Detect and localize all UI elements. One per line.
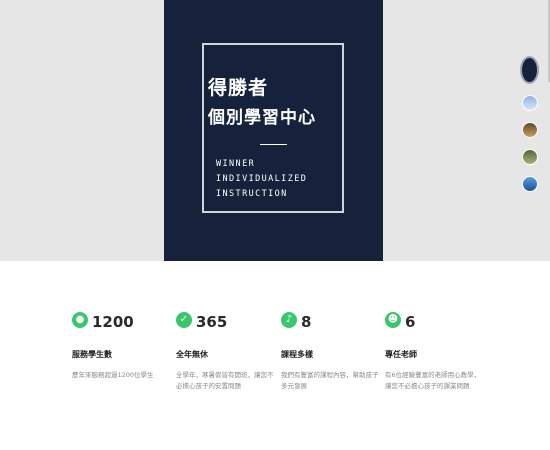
logo-thumbnail[interactable] <box>520 56 539 84</box>
stat-label: 課程多樣 <box>281 350 313 359</box>
field-thumbnail[interactable] <box>522 149 538 165</box>
stats-section: ● 1200 服務學生數 歷年來服務超過1200位學生 ✓ 365 全年無休 全… <box>72 312 492 402</box>
stat-description: 我們有豐富的課程內容，幫助孩子多元發展 <box>281 371 379 390</box>
hero-subtitle: 個別學習中心 <box>208 108 316 128</box>
hero-english-name: WINNER INDIVIDUALIZED INSTRUCTION <box>216 157 307 202</box>
check-icon: ✓ <box>176 312 192 328</box>
stat-label: 服務學生數 <box>72 350 112 359</box>
hero-section: 得勝者 個別學習中心 WINNER INDIVIDUALIZED INSTRUC… <box>0 0 550 261</box>
english-line-2: INDIVIDUALIZED <box>216 174 308 184</box>
users-icon: ● <box>72 312 88 328</box>
sky-thumbnail[interactable] <box>522 176 538 192</box>
stat-description: 有6位經驗豐富的老師用心教學，讓您不必擔心孩子的課業問題 <box>385 371 481 390</box>
stat-label: 專任老師 <box>385 350 417 359</box>
stat-description: 歷年來服務超過1200位學生 <box>72 371 154 379</box>
teacher-icon: ☻ <box>385 312 401 328</box>
stat-number: 6 <box>405 313 416 331</box>
slide-thumbnails <box>520 56 539 203</box>
stat-number: 1200 <box>92 313 134 331</box>
stat-label: 全年無休 <box>176 350 208 359</box>
classroom-thumbnail[interactable] <box>522 95 538 111</box>
stat-number: 365 <box>196 313 228 331</box>
class-photo-thumbnail[interactable] <box>522 122 538 138</box>
music-note-icon: ♪ <box>281 312 297 328</box>
hero-title: 得勝者 <box>208 77 269 99</box>
stat-description: 全學年，寒暑假皆有開班，讓您不必擔心孩子的安置問題 <box>176 371 274 390</box>
english-line-3: INSTRUCTION <box>216 189 288 199</box>
hero-frame: 得勝者 個別學習中心 WINNER INDIVIDUALIZED INSTRUC… <box>202 43 344 213</box>
english-line-1: WINNER <box>216 159 256 169</box>
hero-banner: 得勝者 個別學習中心 WINNER INDIVIDUALIZED INSTRUC… <box>164 0 383 261</box>
hero-divider <box>260 144 287 145</box>
stat-number: 8 <box>301 313 312 331</box>
